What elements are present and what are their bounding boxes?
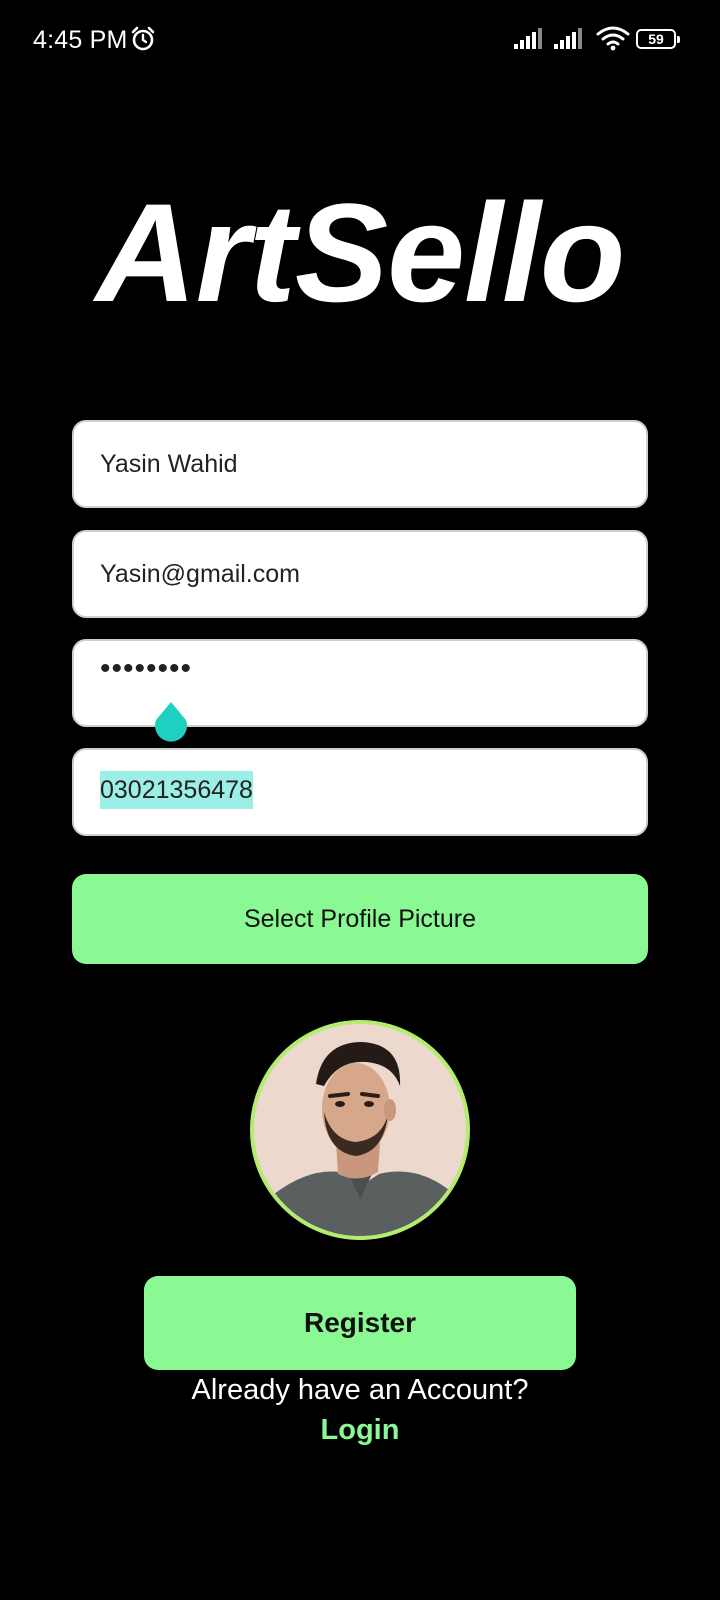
status-bar: 4:45 PM 59 — [0, 0, 720, 80]
text-cursor-handle[interactable] — [152, 700, 190, 746]
signal-icon — [514, 28, 542, 49]
select-profile-picture-button[interactable]: Select Profile Picture — [72, 874, 648, 964]
password-value: •••••••• — [100, 652, 193, 685]
phone-value: 03021356478 — [100, 771, 253, 809]
register-button[interactable]: Register — [144, 1276, 576, 1370]
already-account-text: Already have an Account? — [191, 1374, 529, 1406]
battery-icon: 59 — [636, 29, 680, 49]
signal-icon — [554, 28, 582, 49]
email-value: Yasin@gmail.com — [100, 560, 300, 588]
battery-level: 59 — [648, 31, 664, 47]
profile-photo — [254, 1024, 466, 1236]
login-link[interactable]: Login — [0, 1414, 720, 1447]
email-field[interactable]: Yasin@gmail.com — [72, 530, 648, 618]
name-field[interactable]: Yasin Wahid — [72, 420, 648, 508]
avatar — [250, 1020, 470, 1240]
alarm-icon — [131, 26, 155, 51]
wifi-icon — [596, 26, 630, 51]
name-value: Yasin Wahid — [100, 450, 238, 478]
phone-field[interactable]: 03021356478 — [72, 748, 648, 836]
status-time: 4:45 PM — [33, 26, 128, 54]
app-logo: ArtSello — [95, 174, 626, 331]
